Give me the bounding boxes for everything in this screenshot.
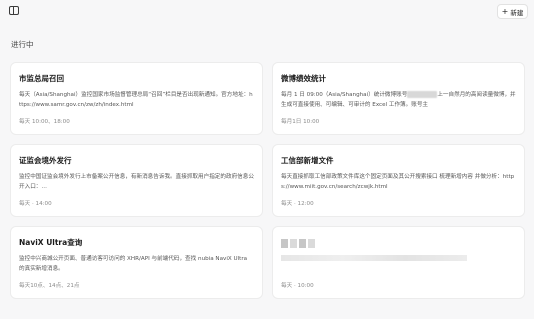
card-title: 市监总局召回 — [19, 74, 64, 83]
card-description: 监控中国证监会境外发行上市备案公开信息，有新消息告诉我。直接抓取用户指定的政府信… — [19, 174, 254, 190]
top-bar: + 新建 — [0, 0, 534, 24]
plus-icon: + — [501, 6, 509, 16]
card-title: NaviX Ultra查询 — [19, 238, 83, 247]
task-card-weibo-stats[interactable]: 微博绩效统计 每月 1 日 09:00（Asia/Shanghai）统计微博账号… — [272, 62, 525, 135]
card-title: 证监会境外发行 — [19, 156, 72, 165]
redacted-description — [281, 255, 467, 261]
card-schedule: 每天 · 14:00 — [19, 201, 52, 207]
card-description: 监控中兴商城公开页面、普通访客可访问的 XHR/API 与前端代码，查找 nub… — [19, 256, 248, 272]
new-button-label: 新建 — [510, 8, 524, 17]
task-card-samr-recall[interactable]: 市监总局召回 每天（Asia/Shanghai）监控国家市场监督管理总局“召回”… — [10, 62, 263, 135]
card-schedule: 每天10点、14点、21点 — [19, 283, 80, 289]
card-description: 每天直接抓取工信部政策文件库这个固定页面及其公开搜索接口 梳理新增内容 并做分析… — [281, 174, 515, 190]
card-schedule: 每天 · 10:00 — [281, 283, 314, 289]
sidebar-toggle-icon[interactable] — [9, 6, 19, 15]
card-schedule: 每天 · 12:00 — [281, 201, 314, 207]
task-card-miit-files[interactable]: 工信部新增文件 每天直接抓取工信部政策文件库这个固定页面及其公开搜索接口 梳理新… — [272, 144, 525, 217]
card-description: 每月 1 日 09:00（Asia/Shanghai）统计微博账号 上一自然月的高… — [281, 90, 516, 110]
card-title: 工信部新增文件 — [281, 156, 334, 165]
redacted-account — [407, 91, 438, 98]
card-description: 每天（Asia/Shanghai）监控国家市场监督管理总局“召回”栏目是否出现新… — [19, 92, 253, 108]
task-card-navix-query[interactable]: NaviX Ultra查询 监控中兴商城公开页面、普通访客可访问的 XHR/AP… — [10, 226, 263, 299]
task-card-redacted[interactable]: 每天 · 10:00 — [272, 226, 525, 299]
section-title: 进行中 — [11, 40, 34, 49]
redacted-title — [281, 239, 315, 248]
new-button[interactable]: + 新建 — [497, 4, 528, 19]
card-schedule: 每月1日 10:00 — [281, 119, 320, 125]
card-description-part: 每月 1 日 09:00（Asia/Shanghai）统计微博账号 — [281, 92, 408, 98]
task-card-csrc-overseas[interactable]: 证监会境外发行 监控中国证监会境外发行上市备案公开信息，有新消息告诉我。直接抓取… — [10, 144, 263, 217]
card-title: 微博绩效统计 — [281, 74, 326, 83]
card-schedule: 每天 10:00、18:00 — [19, 119, 70, 125]
